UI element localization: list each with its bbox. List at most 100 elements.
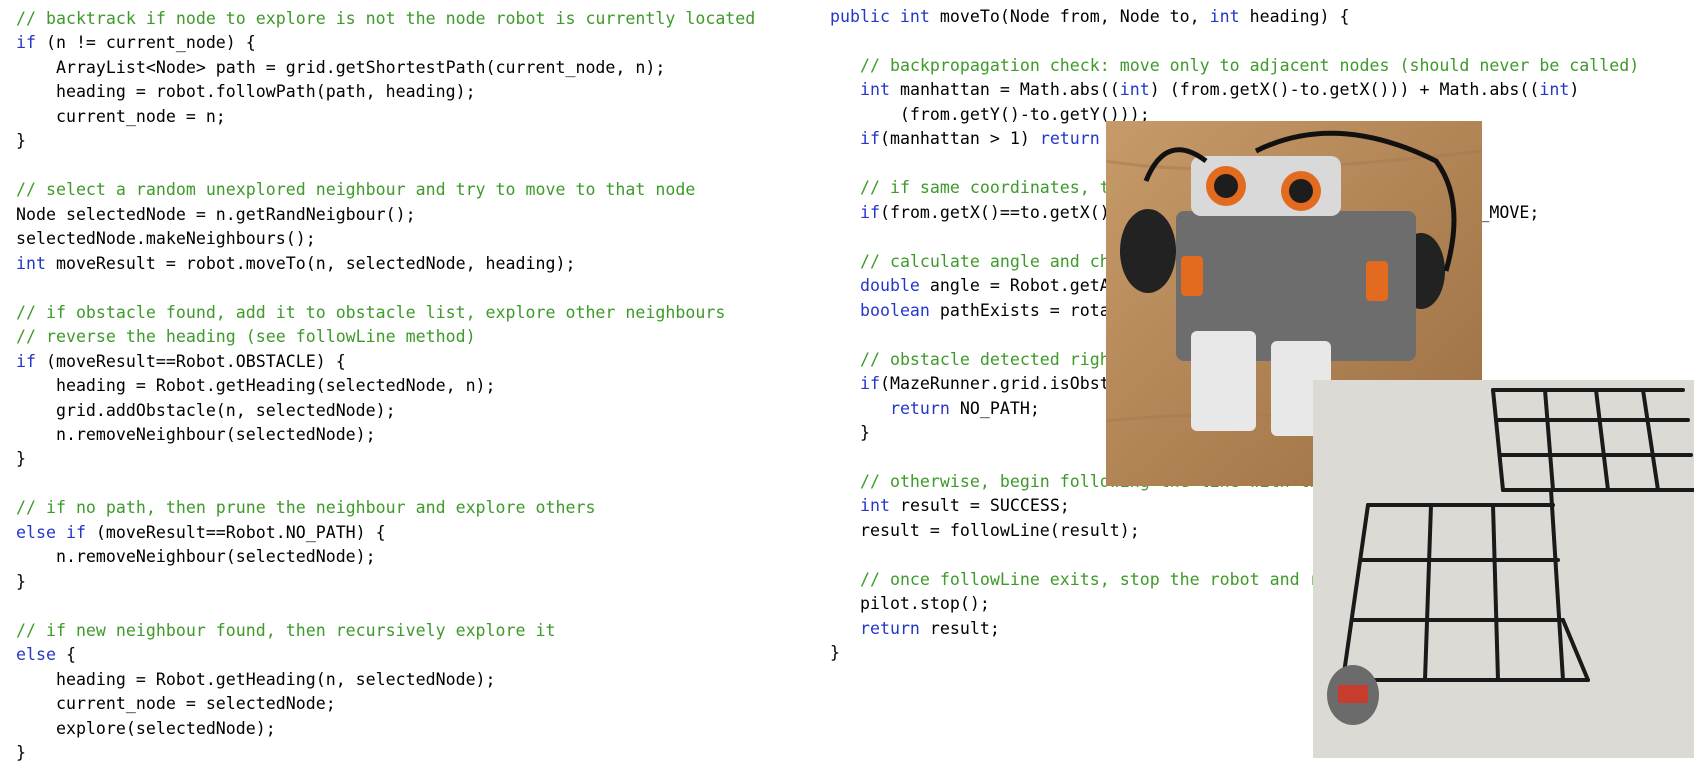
- code-line: return result;: [830, 617, 1000, 641]
- code-text: moveTo(Node from, Node to,: [929, 7, 1210, 26]
- code-line: else {: [16, 643, 76, 667]
- code-line: heading = robot.followPath(path, heading…: [16, 80, 476, 104]
- code-line: if (n != current_node) {: [16, 31, 256, 55]
- code-line: current_node = selectedNode;: [16, 692, 336, 716]
- code-line: // reverse the heading (see followLine m…: [16, 325, 476, 349]
- code-keyword: return: [1039, 129, 1100, 149]
- code-keyword: if: [16, 33, 36, 53]
- code-line: int moveResult = robot.moveTo(n, selecte…: [16, 252, 575, 276]
- code-keyword: if: [16, 351, 36, 371]
- code-line: heading = Robot.getHeading(selectedNode,…: [16, 374, 496, 398]
- code-keyword: if: [859, 374, 880, 394]
- code-text: }: [16, 131, 26, 151]
- code-text: grid.addObstacle(n, selectedNode);: [16, 400, 396, 420]
- code-line: (from.getY()-to.getY()));: [830, 103, 1150, 127]
- code-keyword: if: [859, 202, 880, 222]
- code-line: else if (moveResult==Robot.NO_PATH) {: [16, 521, 386, 545]
- code-line: ArrayList<Node> path = grid.getShortestP…: [16, 56, 665, 80]
- code-line: // backtrack if node to explore is not t…: [16, 7, 755, 31]
- code-text: n.removeNeighbour(selectedNode);: [16, 424, 376, 444]
- code-keyword: int: [16, 253, 46, 273]
- code-keyword: int: [1119, 80, 1150, 100]
- code-line: }: [830, 421, 870, 445]
- code-text: moveResult = robot.moveTo(n, selectedNod…: [45, 253, 576, 273]
- code-text: }: [830, 422, 870, 442]
- code-keyword: return: [889, 398, 950, 418]
- code-text: result = SUCCESS;: [889, 496, 1070, 516]
- code-line: n.removeNeighbour(selectedNode);: [16, 545, 376, 569]
- code-text: n.removeNeighbour(selectedNode);: [16, 547, 376, 567]
- code-line: grid.addObstacle(n, selectedNode);: [16, 399, 396, 423]
- code-text: result = followLine(result);: [830, 520, 1140, 540]
- code-text: (n != current_node) {: [35, 33, 256, 53]
- code-text: NO_PATH;: [949, 398, 1040, 418]
- code-text: current_node = selectedNode;: [16, 694, 336, 714]
- code-text: (manhattan > 1): [879, 129, 1040, 149]
- code-comment: // reverse the heading (see followLine m…: [16, 327, 476, 347]
- code-line: }: [16, 570, 26, 594]
- code-text: ) (from.getX()-to.getX())) + Math.abs((: [1149, 80, 1540, 100]
- code-text: ArrayList<Node> path = grid.getShortestP…: [16, 57, 666, 77]
- code-text: }: [16, 571, 26, 591]
- code-keyword: int: [859, 80, 890, 100]
- code-comment: // if no path, then prune the neighbour …: [16, 498, 596, 518]
- code-text: result;: [919, 618, 1000, 638]
- code-line: }: [16, 741, 26, 765]
- code-line: return NO_PATH;: [830, 397, 1040, 421]
- code-keyword: else: [16, 645, 56, 665]
- code-line: }: [16, 447, 26, 471]
- code-line: int manhattan = Math.abs((int) (from.get…: [830, 78, 1579, 102]
- code-keyword: int: [1209, 7, 1240, 26]
- code-text: heading) {: [1239, 7, 1350, 26]
- code-line: }: [830, 641, 840, 665]
- code-line: if (moveResult==Robot.OBSTACLE) {: [16, 350, 346, 374]
- code-text: {: [55, 645, 76, 665]
- code-keyword: boolean: [859, 300, 930, 320]
- code-line: // select a random unexplored neighbour …: [16, 178, 695, 202]
- maze-grid-photo: [1313, 380, 1694, 758]
- code-comment: // if new neighbour found, then recursiv…: [16, 620, 556, 640]
- code-line: result = followLine(result);: [830, 519, 1140, 543]
- code-text: selectedNode.makeNeighbours();: [16, 229, 316, 249]
- code-text: pilot.stop();: [830, 594, 990, 614]
- code-line: // if obstacle found, add it to obstacle…: [16, 301, 725, 325]
- code-line: int result = SUCCESS;: [830, 494, 1070, 518]
- code-line: }: [16, 129, 26, 153]
- code-line: public int moveTo(Node from, Node to, in…: [830, 5, 1350, 29]
- code-keyword: return: [859, 618, 920, 638]
- code-text: }: [830, 643, 840, 663]
- code-line: explore(selectedNode);: [16, 717, 276, 741]
- code-line: pilot.stop();: [830, 592, 990, 616]
- code-comment: // if obstacle found, add it to obstacle…: [16, 302, 726, 322]
- code-comment: // backpropagation check: move only to a…: [859, 55, 1640, 75]
- code-keyword: double: [859, 276, 920, 296]
- code-text: }: [16, 449, 26, 469]
- code-keyword: else if: [16, 522, 86, 542]
- code-line: n.removeNeighbour(selectedNode);: [16, 423, 376, 447]
- code-line: selectedNode.makeNeighbours();: [16, 227, 316, 251]
- code-text: heading = robot.followPath(path, heading…: [16, 82, 476, 102]
- code-text: heading = Robot.getHeading(selectedNode,…: [16, 376, 496, 396]
- code-line: heading = Robot.getHeading(n, selectedNo…: [16, 668, 496, 692]
- code-text: }: [16, 743, 26, 763]
- code-text: (moveResult==Robot.OBSTACLE) {: [35, 351, 346, 371]
- code-text: manhattan = Math.abs((: [889, 80, 1120, 100]
- code-text: current_node = n;: [16, 106, 226, 126]
- code-keyword: public int: [830, 7, 930, 26]
- code-text: (moveResult==Robot.NO_PATH) {: [85, 522, 386, 542]
